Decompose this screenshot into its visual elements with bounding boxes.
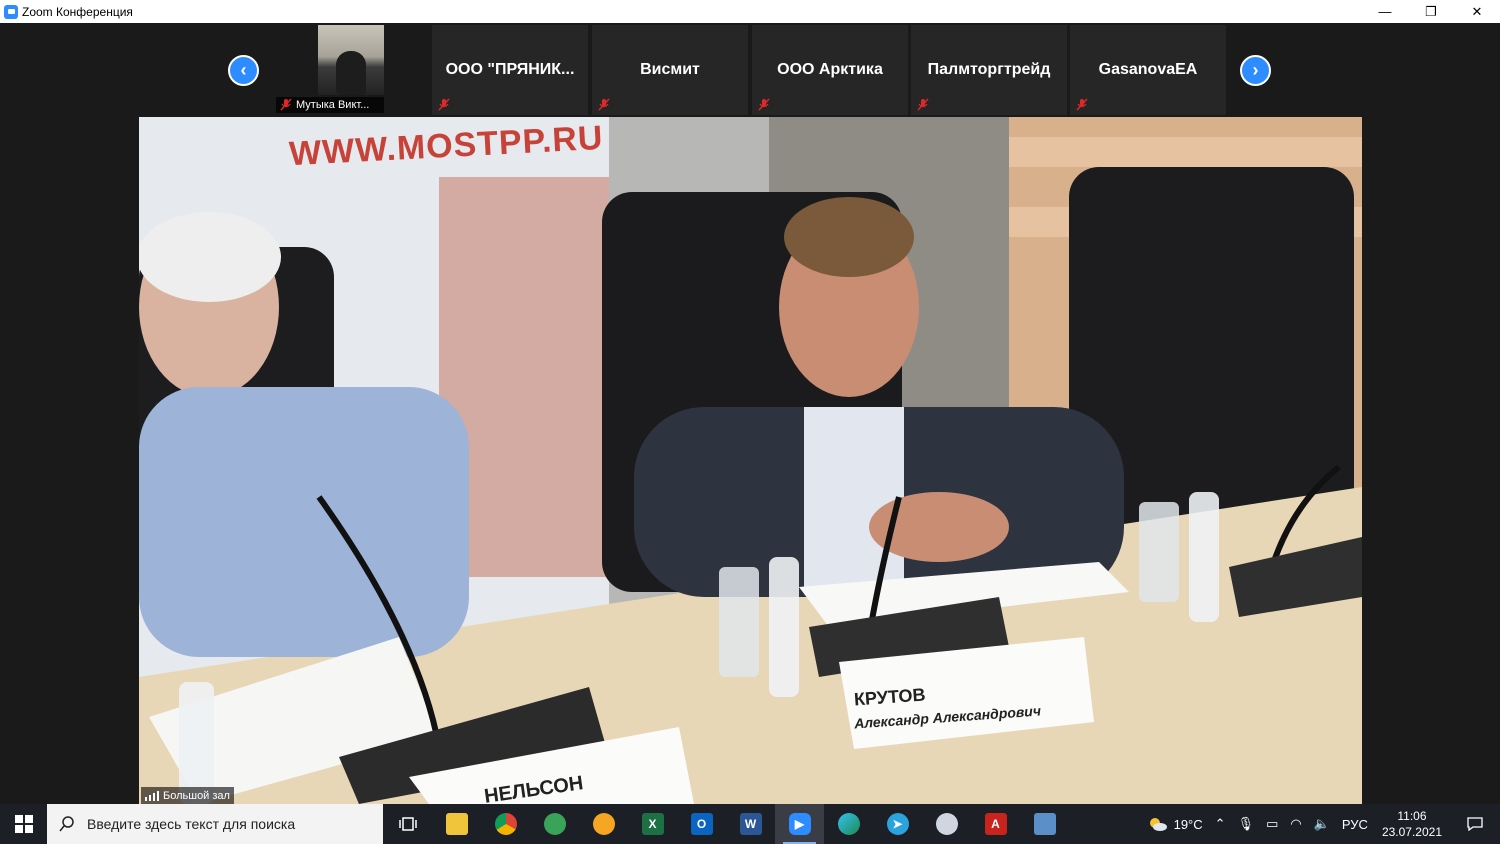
search-icon xyxy=(59,816,74,832)
taskbar-app-acrobat[interactable]: A xyxy=(971,804,1020,844)
chevron-up-icon: ⌃ xyxy=(1214,816,1226,831)
word-icon: W xyxy=(739,813,762,835)
taskbar-app-outlook[interactable]: O xyxy=(677,804,726,844)
acrobat-icon: A xyxy=(984,813,1007,835)
chrome-icon xyxy=(494,813,517,835)
excel-icon: X xyxy=(641,813,664,835)
participant-name: Палмторгтрейд xyxy=(927,61,1051,78)
muted-mic-icon xyxy=(280,98,292,111)
start-button[interactable] xyxy=(0,804,47,844)
battery-icon[interactable]: ▭ xyxy=(1260,816,1284,832)
participant-tile[interactable]: ООО "ПРЯНИК... xyxy=(432,25,588,115)
clock-date: 23.07.2021 xyxy=(1381,825,1442,839)
conference-scene xyxy=(139,117,1362,804)
paint-icon xyxy=(935,813,958,835)
taskbar-app-file-explorer[interactable] xyxy=(432,804,481,844)
participant-tile[interactable]: ООО Арктика xyxy=(752,25,908,115)
zoom-app-icon xyxy=(4,4,18,19)
notifications-button[interactable] xyxy=(1450,817,1500,831)
window-controls: — ❐ ✕ xyxy=(1362,0,1500,23)
task-view-button[interactable] xyxy=(383,804,432,844)
video-name-label: Большой зал xyxy=(141,787,234,804)
muted-mic-icon xyxy=(758,98,770,111)
windows-taskbar: Введите здесь текст для поиска X O W ▶ ➤… xyxy=(0,804,1500,844)
volume-icon[interactable]: 🔈 xyxy=(1308,816,1336,832)
participant-tile[interactable]: Висмит xyxy=(592,25,748,115)
folder-icon xyxy=(445,813,468,835)
participant-name: ООО "ПРЯНИК... xyxy=(445,61,575,78)
gallery-prev-button[interactable]: ‹ xyxy=(228,55,259,86)
windows-logo-icon xyxy=(14,815,33,833)
close-button[interactable]: ✕ xyxy=(1454,0,1500,23)
show-hidden-icons-button[interactable]: ⌃ xyxy=(1209,816,1232,832)
remote-desktop-icon xyxy=(1033,813,1056,835)
taskbar-app-paint[interactable] xyxy=(922,804,971,844)
title-bar: Zoom Конференция — ❐ ✕ xyxy=(0,0,1500,23)
muted-mic-icon xyxy=(917,98,929,111)
window-title: Zoom Конференция xyxy=(22,4,133,19)
edge-icon xyxy=(837,813,860,835)
partly-cloudy-icon xyxy=(1149,818,1167,831)
participant-gallery-strip: ‹ Мутыка Викт... ООО "ПРЯНИК... Висмит О… xyxy=(0,23,1500,117)
globe-icon xyxy=(543,813,566,835)
zoom-icon: ▶ xyxy=(788,813,811,835)
notification-icon xyxy=(1467,817,1483,831)
taskbar-app-browser[interactable] xyxy=(530,804,579,844)
language-indicator[interactable]: РУС xyxy=(1336,817,1374,832)
participant-name-label: Мутыка Викт... xyxy=(276,97,384,113)
participant-video-thumbnail xyxy=(318,25,384,95)
system-tray: 19°C ⌃ 🎙 ▭ ◠ 🔈 РУС 11:06 23.07.2021 xyxy=(1142,804,1500,844)
task-view-icon xyxy=(398,817,417,831)
taskbar-app-yandex[interactable] xyxy=(579,804,628,844)
participant-tile[interactable]: GasanovaEA xyxy=(1070,25,1226,115)
taskbar-app-edge[interactable] xyxy=(824,804,873,844)
signal-strength-icon xyxy=(145,790,159,801)
microphone-tray-icon[interactable]: 🎙 xyxy=(1232,816,1261,832)
clock-time: 11:06 xyxy=(1397,809,1427,823)
minimize-button[interactable]: — xyxy=(1362,0,1408,23)
taskbar-app-remote-desktop[interactable] xyxy=(1020,804,1069,844)
yandex-icon xyxy=(592,813,615,835)
muted-mic-icon xyxy=(598,98,610,111)
clock[interactable]: 11:06 23.07.2021 xyxy=(1374,808,1450,840)
participant-name: GasanovaEA xyxy=(1098,61,1198,78)
maximize-button[interactable]: ❐ xyxy=(1408,0,1454,23)
taskbar-app-zoom[interactable]: ▶ xyxy=(775,804,824,844)
weather-widget[interactable]: 19°C xyxy=(1142,816,1209,832)
taskbar-search-box[interactable]: Введите здесь текст для поиска xyxy=(47,804,383,844)
search-placeholder: Введите здесь текст для поиска xyxy=(87,816,296,832)
muted-mic-icon xyxy=(438,98,450,111)
muted-mic-icon xyxy=(1076,98,1088,111)
participant-name: ООО Арктика xyxy=(777,61,883,78)
participant-name: Висмит xyxy=(640,61,700,78)
telegram-icon: ➤ xyxy=(886,813,909,835)
taskbar-app-word[interactable]: W xyxy=(726,804,775,844)
taskbar-app-chrome[interactable] xyxy=(481,804,530,844)
main-speaker-video: WWW.MOSTPP.RU КРУТОВ Александр Александр… xyxy=(139,117,1362,804)
taskbar-app-telegram[interactable]: ➤ xyxy=(873,804,922,844)
wifi-icon[interactable]: ◠ xyxy=(1284,816,1307,832)
outlook-icon: O xyxy=(690,813,713,835)
taskbar-app-excel[interactable]: X xyxy=(628,804,677,844)
participant-tile[interactable]: Палмторгтрейд xyxy=(911,25,1067,115)
gallery-next-button[interactable]: › xyxy=(1240,55,1271,86)
